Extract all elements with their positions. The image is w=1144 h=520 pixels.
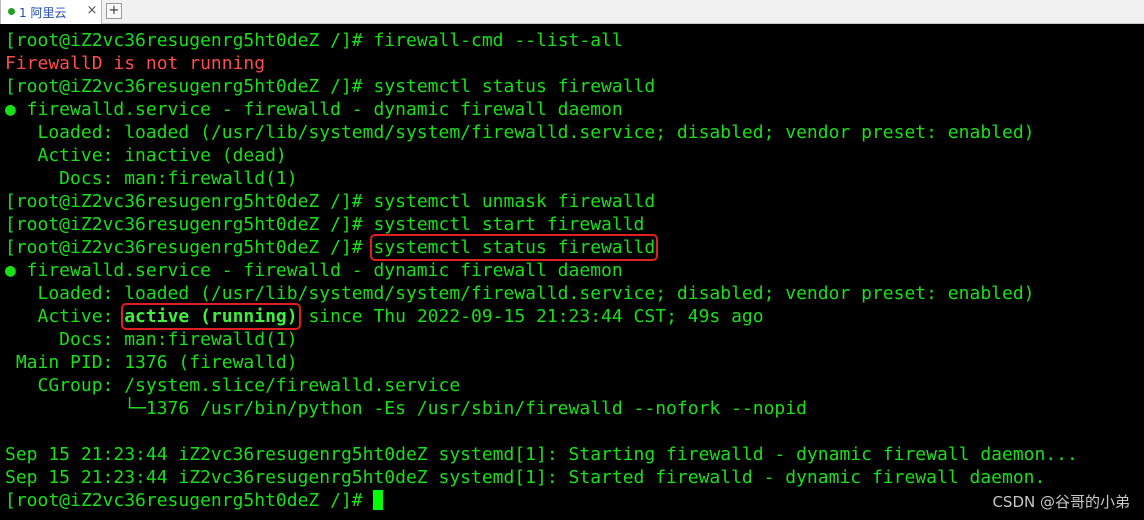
text-cursor <box>373 490 384 510</box>
shell-prompt: [root@iZ2vc36resugenrg5ht0deZ /]# <box>5 214 374 235</box>
shell-prompt: [root@iZ2vc36resugenrg5ht0deZ /]# <box>5 76 374 97</box>
connected-status-icon <box>8 8 15 15</box>
output-line: Docs: man:firewalld(1) <box>5 168 298 189</box>
command-text: systemctl start firewalld <box>373 214 645 235</box>
command-text: systemctl status firewalld <box>373 76 656 97</box>
error-line: FirewallD is not running <box>5 53 266 74</box>
shell-prompt: [root@iZ2vc36resugenrg5ht0deZ /]# <box>5 490 374 511</box>
terminal-line: [root@iZ2vc36resugenrg5ht0deZ /]# system… <box>5 190 1139 213</box>
shell-prompt: [root@iZ2vc36resugenrg5ht0deZ /]# <box>5 191 374 212</box>
command-text: systemctl unmask firewalld <box>373 191 656 212</box>
output-line: Docs: man:firewalld(1) <box>5 329 298 350</box>
log-line: Sep 15 21:23:44 iZ2vc36resugenrg5ht0deZ … <box>5 444 1078 465</box>
tab-bar: 1 阿里云 × + <box>0 0 1144 24</box>
log-line: Sep 15 21:23:44 iZ2vc36resugenrg5ht0deZ … <box>5 467 1046 488</box>
session-tab[interactable]: 1 阿里云 × <box>0 0 102 24</box>
status-label: Active: <box>5 306 125 327</box>
output-line: └─1376 /usr/bin/python -Es /usr/sbin/fir… <box>5 398 807 419</box>
close-tab-icon[interactable]: × <box>85 2 99 20</box>
watermark: CSDN @谷哥的小弟 <box>992 493 1130 511</box>
active-status-line: Active: active (running) since Thu 2022-… <box>5 303 1139 330</box>
terminal-line: [root@iZ2vc36resugenrg5ht0deZ /]# system… <box>5 234 1139 261</box>
output-line: CGroup: /system.slice/firewalld.service <box>5 375 461 396</box>
output-line: Active: inactive (dead) <box>5 145 287 166</box>
terminal-output[interactable]: [root@iZ2vc36resugenrg5ht0deZ /]# firewa… <box>5 29 1139 516</box>
shell-prompt: [root@iZ2vc36resugenrg5ht0deZ /]# <box>5 30 374 51</box>
highlighted-command: systemctl status firewalld <box>370 234 659 261</box>
session-tab-label[interactable]: 1 阿里云 <box>19 4 66 21</box>
terminal-line: [root@iZ2vc36resugenrg5ht0deZ /]# system… <box>5 213 1139 236</box>
status-since: since Thu 2022-09-15 21:23:44 CST; 49s a… <box>297 306 764 327</box>
shell-prompt: [root@iZ2vc36resugenrg5ht0deZ /]# <box>5 237 374 258</box>
output-line: Loaded: loaded (/usr/lib/systemd/system/… <box>5 122 1035 143</box>
terminal-line: [root@iZ2vc36resugenrg5ht0deZ /]# <box>5 489 1139 512</box>
output-line: Main PID: 1376 (firewalld) <box>5 352 298 373</box>
output-line: ● firewalld.service - firewalld - dynami… <box>5 260 623 281</box>
new-tab-button[interactable]: + <box>106 3 122 19</box>
command-text: firewall-cmd --list-all <box>373 30 623 51</box>
output-line: Loaded: loaded (/usr/lib/systemd/system/… <box>5 283 1035 304</box>
terminal-line: [root@iZ2vc36resugenrg5ht0deZ /]# firewa… <box>5 29 1139 52</box>
highlighted-status: active (running) <box>121 303 301 330</box>
output-line: ● firewalld.service - firewalld - dynami… <box>5 99 623 120</box>
terminal-line: [root@iZ2vc36resugenrg5ht0deZ /]# system… <box>5 75 1139 98</box>
